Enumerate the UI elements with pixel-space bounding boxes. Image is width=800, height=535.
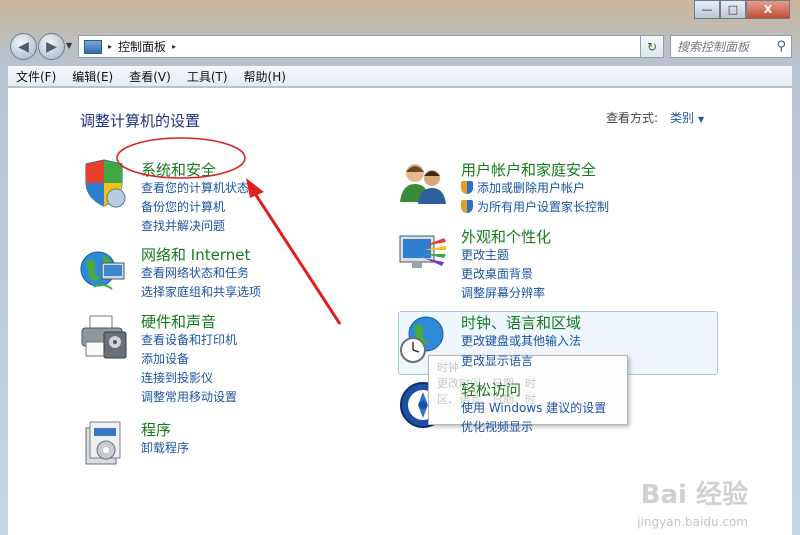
menu-help[interactable]: 帮助(H) [236, 68, 294, 85]
link-change-theme[interactable]: 更改主题 [461, 246, 551, 265]
link-connect-projector[interactable]: 连接到投影仪 [141, 369, 237, 388]
category-network-internet: 网络和 Internet 查看网络状态和任务 选择家庭组和共享选项 [141, 246, 261, 302]
back-button[interactable]: ◀ [10, 33, 37, 60]
category-clock-language: 时钟、语言和区域 更改键盘或其他输入法 [461, 314, 581, 351]
programs-box-icon [85, 421, 121, 465]
link-mobility-settings[interactable]: 调整常用移动设置 [141, 388, 237, 407]
link-view-devices-printers[interactable]: 查看设备和打印机 [141, 331, 237, 350]
minimize-button[interactable]: — [694, 0, 720, 19]
ease-of-access-title[interactable]: 轻松访问 [461, 381, 606, 399]
link-homegroup-sharing[interactable]: 选择家庭组和共享选项 [141, 283, 261, 302]
menu-view[interactable]: 查看(V) [121, 68, 179, 85]
printer-icon [81, 315, 127, 359]
link-backup-computer[interactable]: 备份您的计算机 [141, 198, 249, 217]
close-button[interactable]: X [746, 0, 790, 19]
appearance-title[interactable]: 外观和个性化 [461, 228, 551, 246]
network-globe-icon [80, 251, 125, 290]
maximize-button[interactable]: □ [720, 0, 746, 19]
network-internet-title[interactable]: 网络和 Internet [141, 246, 261, 264]
recent-pages-dropdown[interactable]: ▼ [66, 41, 72, 50]
address-bar[interactable]: ▸ 控制面板 ▸ ▼ [78, 35, 662, 58]
link-uninstall-program[interactable]: 卸载程序 [141, 439, 189, 458]
link-windows-recommended[interactable]: 使用 Windows 建议的设置 [461, 399, 606, 418]
programs-title[interactable]: 程序 [141, 421, 189, 439]
view-by-dropdown[interactable]: 类别 ▼ [670, 109, 704, 126]
link-add-device[interactable]: 添加设备 [141, 350, 237, 369]
view-by-value[interactable]: 类别 [670, 111, 694, 125]
link-add-remove-accounts[interactable]: 添加或删除用户帐户 [461, 179, 609, 198]
link-change-display-language-wrap: 更改显示语言 [461, 352, 533, 371]
category-hardware-sound: 硬件和声音 查看设备和打印机 添加设备 连接到投影仪 调整常用移动设置 [141, 313, 237, 407]
search-box[interactable]: ⚲ [670, 35, 792, 58]
menu-bar: 文件(F) 编辑(E) 查看(V) 工具(T) 帮助(H) [8, 66, 792, 87]
menu-file[interactable]: 文件(F) [8, 68, 64, 85]
category-ease-of-access: 轻松访问 使用 Windows 建议的设置 优化视频显示 [461, 381, 606, 437]
annotation-ellipse [116, 137, 246, 179]
monitor-palette-icon [399, 235, 446, 268]
category-appearance: 外观和个性化 更改主题 更改桌面背景 调整屏幕分辨率 [461, 228, 551, 303]
breadcrumb-separator[interactable]: ▸ [108, 42, 112, 51]
control-panel-icon [84, 39, 102, 54]
menu-edit[interactable]: 编辑(E) [64, 68, 121, 85]
link-optimize-video[interactable]: 优化视频显示 [461, 418, 606, 437]
users-icon [400, 164, 446, 204]
hardware-sound-title[interactable]: 硬件和声音 [141, 313, 237, 331]
watermark-logo: Bai 经验 [640, 480, 748, 510]
breadcrumb-control-panel[interactable]: 控制面板 [118, 38, 166, 55]
link-parental-controls-label[interactable]: 为所有用户设置家长控制 [477, 200, 609, 214]
clock-language-title[interactable]: 时钟、语言和区域 [461, 314, 581, 332]
breadcrumb-separator[interactable]: ▸ [172, 42, 176, 51]
forward-button[interactable]: ▶ [38, 33, 65, 60]
user-accounts-title[interactable]: 用户帐户和家庭安全 [461, 161, 609, 179]
category-programs: 程序 卸载程序 [141, 421, 189, 458]
search-icon[interactable]: ⚲ [776, 39, 786, 54]
navigation-bar: ◀ ▶ ▼ ▸ 控制面板 ▸ ▼ ↻ ⚲ [8, 31, 792, 61]
uac-shield-icon [461, 181, 473, 194]
link-change-keyboard[interactable]: 更改键盘或其他输入法 [461, 332, 581, 351]
link-view-network-status[interactable]: 查看网络状态和任务 [141, 264, 261, 283]
link-view-computer-status[interactable]: 查看您的计算机状态 [141, 179, 249, 198]
menu-tools[interactable]: 工具(T) [179, 68, 236, 85]
watermark-url: jingyan.baidu.com [637, 515, 748, 529]
link-screen-resolution[interactable]: 调整屏幕分辨率 [461, 284, 551, 303]
window-controls: — □ X [694, 0, 790, 20]
refresh-button[interactable]: ↻ [640, 35, 664, 58]
view-by-label: 查看方式: [606, 111, 659, 125]
control-panel-content: 调整计算机的设置 查看方式: 类别 ▼ 系统和安全 查看您的计算机状态 备份您的… [8, 88, 792, 535]
chevron-down-icon[interactable]: ▼ [698, 115, 704, 124]
link-add-remove-accounts-label[interactable]: 添加或删除用户帐户 [477, 181, 585, 195]
uac-shield-icon [461, 200, 473, 213]
category-user-accounts: 用户帐户和家庭安全 添加或删除用户帐户 为所有用户设置家长控制 [461, 161, 609, 217]
window-frame: — □ X ◀ ▶ ▼ ▸ 控制面板 ▸ ▼ ↻ ⚲ 文件(F) 编辑(E) 查… [0, 0, 800, 535]
link-find-fix-problems[interactable]: 查找并解决问题 [141, 217, 249, 236]
link-change-display-language[interactable]: 更改显示语言 [461, 352, 533, 371]
link-parental-controls[interactable]: 为所有用户设置家长控制 [461, 198, 609, 217]
page-title: 调整计算机的设置 [80, 112, 201, 130]
search-input[interactable] [677, 39, 769, 54]
link-change-background[interactable]: 更改桌面背景 [461, 265, 551, 284]
